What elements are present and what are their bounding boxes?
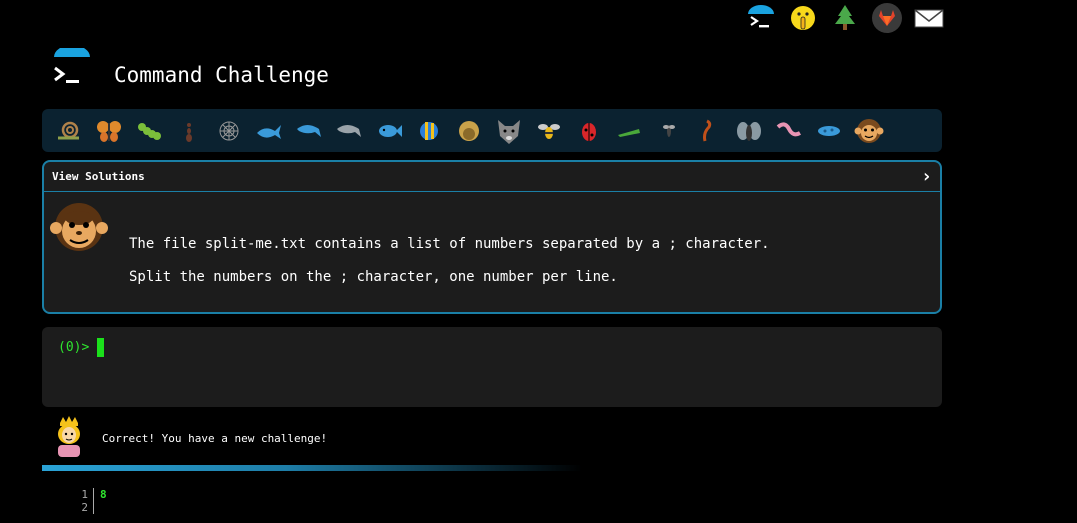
challenge-line-1: The file split-me.txt contains a list of… — [129, 236, 770, 252]
microbe-icon[interactable] — [811, 115, 847, 147]
output-line: 1 8 — [80, 488, 107, 501]
command-terminal[interactable]: (0)> — [42, 327, 942, 407]
command-output: 1 8 2 — [80, 488, 107, 514]
dolphin-icon[interactable] — [291, 115, 327, 147]
page-title: Command Challenge — [114, 63, 329, 87]
tree-icon[interactable] — [829, 2, 861, 34]
gitlab-icon[interactable] — [871, 2, 903, 34]
ant-icon[interactable] — [171, 115, 207, 147]
shushing-face-icon[interactable] — [787, 2, 819, 34]
tropical-fish-icon[interactable] — [411, 115, 447, 147]
chevron-right-icon[interactable]: › — [921, 166, 932, 187]
challenge-line-2: Split the numbers on the ; character, on… — [129, 269, 618, 285]
terminal-logo-icon[interactable] — [745, 2, 777, 34]
snail-icon[interactable] — [51, 115, 87, 147]
spider-web-icon[interactable] — [211, 115, 247, 147]
cricket-icon[interactable] — [611, 115, 647, 147]
line-number: 2 — [81, 501, 88, 514]
monkey-avatar — [50, 198, 108, 260]
page-header: Command Challenge — [52, 45, 329, 88]
feedback-row: Correct! You have a new challenge! — [52, 415, 327, 461]
fish-icon[interactable] — [371, 115, 407, 147]
dolphin-gray-icon[interactable] — [331, 115, 367, 147]
fly-icon[interactable] — [731, 115, 767, 147]
terminal-prompt: (0)> — [58, 340, 90, 355]
bee-icon[interactable] — [531, 115, 567, 147]
view-solutions-label: View Solutions — [52, 170, 145, 183]
challenge-description: The file split-me.txt contains a list of… — [129, 228, 770, 294]
worm-icon[interactable] — [771, 115, 807, 147]
monkey-icon[interactable] — [851, 115, 887, 147]
mail-icon[interactable] — [913, 2, 945, 34]
output-text: 8 — [100, 488, 107, 501]
challenge-animal-bar — [42, 109, 942, 152]
princess-avatar — [52, 415, 86, 461]
challenge-panel: View Solutions › The file split-me.txt c… — [42, 160, 942, 314]
scorpion-icon[interactable] — [691, 115, 727, 147]
whale-icon[interactable] — [251, 115, 287, 147]
output-line: 2 — [80, 501, 107, 514]
progress-bar — [42, 465, 582, 471]
terminal-logo-icon[interactable] — [52, 45, 92, 88]
top-icon-bar — [745, 2, 945, 34]
wolf-icon[interactable] — [491, 115, 527, 147]
mosquito-icon[interactable] — [651, 115, 687, 147]
caterpillar-icon[interactable] — [131, 115, 167, 147]
terminal-cursor — [97, 338, 104, 357]
line-number: 1 — [81, 488, 88, 501]
butterfly-icon[interactable] — [91, 115, 127, 147]
feedback-message: Correct! You have a new challenge! — [102, 431, 328, 445]
blowfish-icon[interactable] — [451, 115, 487, 147]
view-solutions-toggle[interactable]: View Solutions › — [44, 162, 940, 192]
ladybug-icon[interactable] — [571, 115, 607, 147]
